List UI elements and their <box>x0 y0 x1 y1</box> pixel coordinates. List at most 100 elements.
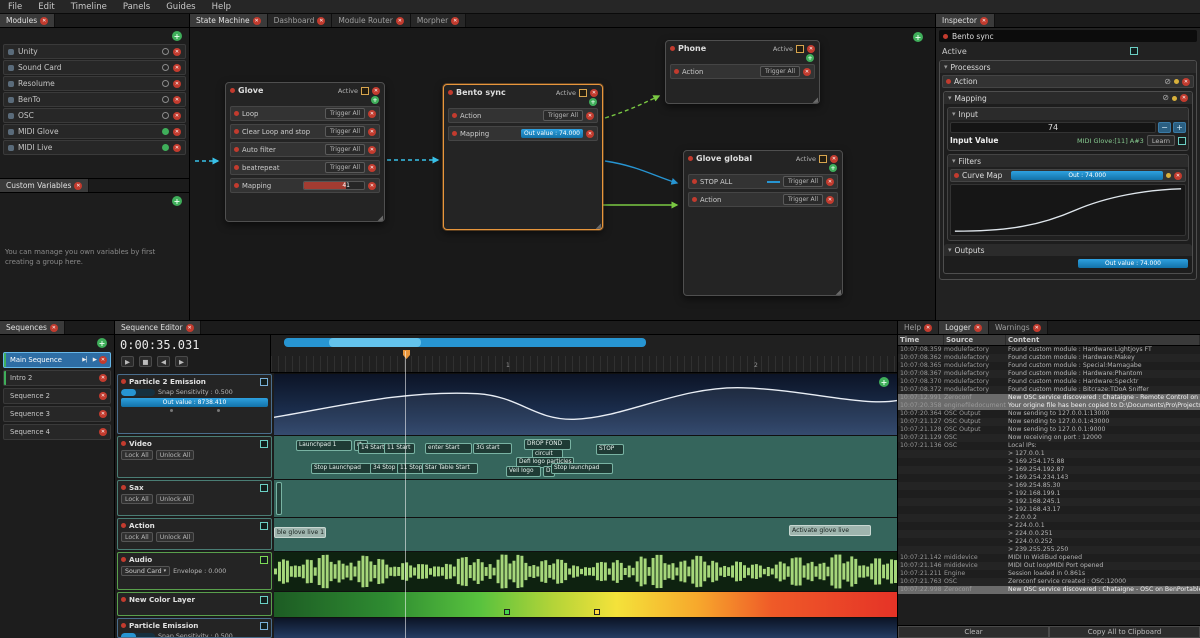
color-marker[interactable] <box>594 609 600 615</box>
input-value-field[interactable]: 74 <box>950 122 1156 133</box>
sequence-item-sequence-3[interactable]: Sequence 3 <box>3 406 111 422</box>
remove-icon[interactable] <box>368 182 376 190</box>
track-header[interactable]: Audio Sound Card▾ Envelope : 0.000 <box>117 552 272 590</box>
add-module-icon[interactable] <box>172 31 182 41</box>
module-remove-icon[interactable] <box>173 96 181 104</box>
module-item-osc[interactable]: OSC <box>3 108 186 123</box>
trigger-all-button[interactable]: Trigger All <box>783 194 823 205</box>
resize-grip-icon[interactable]: ◢ <box>836 288 841 296</box>
tab-state-machine[interactable]: State Machine <box>190 14 268 27</box>
step-back-button[interactable]: ◀ <box>157 356 170 367</box>
close-tab-icon[interactable] <box>974 324 982 332</box>
bypass-icon[interactable]: ⊘ <box>1164 78 1171 86</box>
increment-button[interactable]: + <box>1173 122 1186 133</box>
node-item-mapping[interactable]: Mapping Out value : 74.000 <box>448 126 598 141</box>
tab-dashboard[interactable]: Dashboard <box>268 14 333 27</box>
timeline-ruler[interactable]: 12 <box>270 335 897 373</box>
loop-region[interactable] <box>284 338 646 347</box>
add-state-icon[interactable] <box>913 32 923 42</box>
sequence-remove-icon[interactable] <box>99 428 107 436</box>
collapse-icon[interactable]: ▾ <box>944 63 948 71</box>
tab-morpher[interactable]: Morpher <box>411 14 466 27</box>
lock-all-button[interactable]: Lock All <box>121 494 153 504</box>
remove-icon[interactable] <box>368 110 376 118</box>
unlock-all-button[interactable]: Unlock All <box>156 532 195 542</box>
node-phone[interactable]: Phone Active Action Trigger All ◢ <box>665 40 820 104</box>
curve-editor[interactable] <box>950 184 1186 236</box>
remove-icon[interactable] <box>586 130 594 138</box>
track-header[interactable]: Sax Lock All Unlock All <box>117 480 272 516</box>
trigger-icon[interactable]: ▶ <box>93 357 97 363</box>
column-source[interactable]: Source <box>944 335 1006 345</box>
value-slider[interactable]: 41 <box>303 181 365 190</box>
color-marker[interactable] <box>504 609 510 615</box>
module-item-resolume[interactable]: Resolume <box>3 76 186 91</box>
close-tab-icon[interactable] <box>924 324 932 332</box>
track-checkbox[interactable] <box>260 484 268 492</box>
node-item-stop-all[interactable]: STOP ALL Trigger All <box>688 174 838 189</box>
bypass-icon[interactable]: ⊘ <box>1162 94 1169 102</box>
node-close-icon[interactable] <box>372 87 380 95</box>
track-checkbox[interactable] <box>260 440 268 448</box>
trigger-all-button[interactable]: Trigger All <box>325 126 365 137</box>
track-checkbox[interactable] <box>260 622 268 630</box>
log-row[interactable]: > 2.0.0.2 <box>898 514 1200 522</box>
outputs-section-header[interactable]: ▾ Outputs <box>944 244 1192 256</box>
clip-launchpad-1[interactable]: Launchpad 1 <box>296 440 352 451</box>
module-item-unity[interactable]: Unity <box>3 44 186 59</box>
add-variable-group-icon[interactable] <box>172 196 182 206</box>
module-item-midi-live[interactable]: MIDI Live <box>3 140 186 155</box>
module-power-icon[interactable] <box>162 80 169 87</box>
remove-icon[interactable] <box>368 164 376 172</box>
sequence-remove-icon[interactable] <box>99 356 107 364</box>
clip-stop-launchpad[interactable]: Stop Launchpad <box>311 463 372 474</box>
processors-section-header[interactable]: ▾ Processors <box>940 61 1196 73</box>
clip-star-table-start[interactable]: Star Table Start <box>422 463 478 474</box>
enable-dot[interactable] <box>1172 96 1177 101</box>
sequence-item-sequence-4[interactable]: Sequence 4 <box>3 424 111 440</box>
stop-button[interactable]: ■ <box>139 356 152 367</box>
log-row[interactable]: > 239.255.255.250 <box>898 546 1200 554</box>
log-row[interactable]: 10:07:12.991 Zeroconf New OSC service di… <box>898 394 1200 402</box>
node-item-action[interactable]: Action Trigger All <box>448 108 598 123</box>
clip-stop[interactable]: STOP <box>596 444 624 455</box>
log-row[interactable]: 10:07:21.128 OSC Output Now sending to 1… <box>898 426 1200 434</box>
log-row[interactable]: > 192.168.43.17 <box>898 506 1200 514</box>
tab-module-router[interactable]: Module Router <box>332 14 411 27</box>
module-power-icon[interactable] <box>162 64 169 71</box>
remove-icon[interactable] <box>1182 78 1190 86</box>
menu-guides[interactable]: Guides <box>158 0 203 13</box>
close-tab-icon[interactable] <box>1033 324 1041 332</box>
lock-all-button[interactable]: Lock All <box>121 450 153 460</box>
audio-device-dropdown[interactable]: Sound Card▾ <box>121 566 170 576</box>
log-row[interactable]: 10:07:08.362 modulefactory Found custom … <box>898 354 1200 362</box>
log-row[interactable]: 10:07:21.129 OSC Now receiving on port :… <box>898 434 1200 442</box>
mapping-section-header[interactable]: ▾ Mapping ⊘ <box>944 92 1192 104</box>
log-row[interactable]: 10:07:22.998 Zeroconf New OSC service di… <box>898 586 1200 594</box>
close-tab-icon[interactable] <box>253 17 261 25</box>
tab-warnings[interactable]: Warnings <box>989 321 1048 334</box>
track-checkbox[interactable] <box>260 522 268 530</box>
unlock-all-button[interactable]: Unlock All <box>156 494 195 504</box>
log-row[interactable]: 10:07:21.763 OSC Zeroconf service create… <box>898 578 1200 586</box>
node-active-checkbox[interactable] <box>796 45 804 53</box>
column-time[interactable]: Time <box>898 335 944 345</box>
add-item-icon[interactable] <box>806 54 814 62</box>
trigger-all-button[interactable]: Trigger All <box>543 110 583 121</box>
curve-track-content[interactable] <box>274 373 897 435</box>
menu-edit[interactable]: Edit <box>30 0 62 13</box>
module-remove-icon[interactable] <box>173 144 181 152</box>
log-row[interactable]: > 224.0.0.252 <box>898 538 1200 546</box>
log-row[interactable]: 10:07:08.359 modulefactory Found custom … <box>898 346 1200 354</box>
clip-enter-start[interactable]: enter Start <box>425 443 472 454</box>
track-header[interactable]: New Color Layer <box>117 592 272 616</box>
module-power-icon[interactable] <box>162 48 169 55</box>
log-row[interactable]: 10:07:20.364 OSC Output Now sending to 1… <box>898 410 1200 418</box>
enable-dot[interactable] <box>1166 173 1171 178</box>
trigger-all-button[interactable]: Trigger All <box>325 162 365 173</box>
clip-11-stop[interactable]: 11 Stop <box>397 463 425 474</box>
clip-vell-logo[interactable]: Vell logo <box>506 466 541 477</box>
tab-logger[interactable]: Logger <box>939 321 989 334</box>
node-close-icon[interactable] <box>590 89 598 97</box>
clip-ble-glove-live-1[interactable]: ble glove live 1 <box>274 527 326 538</box>
